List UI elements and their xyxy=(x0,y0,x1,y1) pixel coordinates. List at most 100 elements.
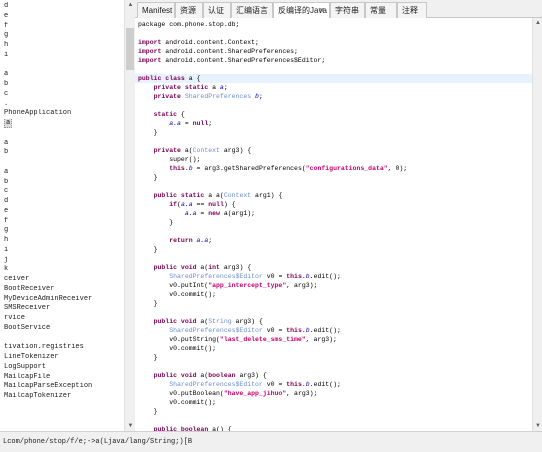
code-line[interactable]: } xyxy=(138,173,158,182)
tree-item[interactable]: BootService xyxy=(0,324,123,334)
code-line[interactable]: v0.putBoolean("have_app_jihuo", arg3); xyxy=(138,389,317,398)
code-line[interactable]: this.b = arg3.getSharedPreferences("conf… xyxy=(138,164,407,173)
tree-item[interactable]: d xyxy=(0,2,123,12)
tree-item[interactable]: a xyxy=(0,70,123,80)
code-line[interactable]: private a(Context arg3) { xyxy=(138,146,252,155)
code-line[interactable]: if(a.a == null) { xyxy=(138,200,235,209)
tab-7[interactable]: 注释 xyxy=(397,2,427,18)
tree-item[interactable]: a xyxy=(0,168,123,178)
code-line[interactable]: SharedPreferences$Editor v0 = this.b.edi… xyxy=(138,380,341,389)
code-line[interactable]: a.a = new a(arg1); xyxy=(138,209,255,218)
code-token: public void xyxy=(153,318,197,325)
tree-item[interactable]: h xyxy=(0,236,123,246)
code-line[interactable]: } xyxy=(138,128,158,137)
code-line[interactable]: v0.commit(); xyxy=(138,398,216,407)
code-line[interactable]: } xyxy=(138,245,158,254)
code-line[interactable]: SharedPreferences$Editor v0 = this.b.edi… xyxy=(138,326,341,335)
tree-item[interactable]: a xyxy=(0,139,123,149)
tree-item-label: f xyxy=(4,216,9,225)
tree-item[interactable]: rvice xyxy=(0,314,123,324)
code-line[interactable]: public void a(String arg3) { xyxy=(138,317,263,326)
tree-item[interactable]: f xyxy=(0,22,123,32)
code-line[interactable]: } xyxy=(138,299,158,308)
code-line[interactable]: package com.phone.stop.db; xyxy=(138,20,239,29)
code-line[interactable]: public void a(int arg3) { xyxy=(138,263,252,272)
code-line[interactable]: public void a(boolean arg3) { xyxy=(138,371,267,380)
code-line[interactable]: public static a a(Context arg1) { xyxy=(138,191,283,200)
tree-item[interactable]: MailcapParseException xyxy=(0,382,123,392)
code-line[interactable]: v0.putInt("app_intercept_type", arg3); xyxy=(138,281,317,290)
editor-scrollbar[interactable]: ▲ ▼ xyxy=(532,18,542,431)
scroll-up-icon[interactable]: ▲ xyxy=(125,0,135,10)
tree-item[interactable]: MyDeviceAdminReceiver xyxy=(0,295,123,305)
tree-item[interactable]: g xyxy=(0,226,123,236)
tree-item[interactable]: e xyxy=(0,12,123,22)
tree-item[interactable]: SMSReceiver xyxy=(0,304,123,314)
tree-item[interactable]: b xyxy=(0,80,123,90)
code-line[interactable]: a.a = null; xyxy=(138,119,212,128)
tree-item[interactable]: j xyxy=(0,256,123,266)
tree-item[interactable]: . xyxy=(0,100,123,110)
tree-item[interactable]: ceiver xyxy=(0,275,123,285)
code-line[interactable]: SharedPreferences$Editor v0 = this.b.edi… xyxy=(138,272,341,281)
tree-item[interactable]: a xyxy=(0,119,123,129)
tab-4[interactable]: 反编译的Java ✕ xyxy=(273,2,330,19)
code-line[interactable]: return a.a; xyxy=(138,236,212,245)
code-line[interactable]: import android.content.Context; xyxy=(138,38,259,47)
scroll-down-icon[interactable]: ▼ xyxy=(533,421,542,431)
code-token: android.content.SharedPreferences; xyxy=(161,48,298,55)
tree-item-label: e xyxy=(4,11,9,20)
tab-2[interactable]: 认证 xyxy=(203,2,231,18)
code-line[interactable]: public class a { xyxy=(135,74,532,83)
tree-item[interactable] xyxy=(0,129,123,139)
tree-item[interactable]: b xyxy=(0,178,123,188)
tab-1[interactable]: 资源 xyxy=(175,2,203,18)
code-line[interactable]: v0.commit(); xyxy=(138,344,216,353)
tree-item[interactable]: e xyxy=(0,207,123,217)
code-line[interactable]: import android.content.SharedPreferences… xyxy=(138,47,298,56)
tree-item[interactable]: LogSupport xyxy=(0,363,123,373)
decompiled-java-code-view[interactable]: package com.phone.stop.db; import android… xyxy=(135,18,532,431)
code-line[interactable]: } xyxy=(138,353,158,362)
close-icon[interactable]: ✕ xyxy=(318,3,325,18)
class-tree-list[interactable]: d e f g h i a b c. PhoneApplication a a b a b c d e f g h i j k… xyxy=(0,2,123,402)
tree-item[interactable]: i xyxy=(0,246,123,256)
tree-item[interactable]: LineTokenizer xyxy=(0,353,123,363)
tree-item[interactable]: tivation.registries xyxy=(0,343,123,353)
code-line[interactable]: } xyxy=(138,407,158,416)
tree-item[interactable]: MailcapFile xyxy=(0,373,123,383)
tree-item[interactable]: f xyxy=(0,217,123,227)
tree-item[interactable]: b xyxy=(0,148,123,158)
code-line[interactable]: static { xyxy=(138,110,185,119)
tree-item[interactable]: g xyxy=(0,31,123,41)
tab-0[interactable]: Manifest xyxy=(137,2,175,18)
code-line[interactable]: private static a a; xyxy=(138,83,228,92)
code-line[interactable]: super(); xyxy=(138,155,200,164)
tab-3[interactable]: 汇编语言 xyxy=(231,2,273,18)
tree-item[interactable]: c xyxy=(0,187,123,197)
tab-6[interactable]: 常量 xyxy=(365,2,397,18)
tree-scrollbar[interactable]: ▲ ▼ xyxy=(124,0,135,431)
tree-item[interactable]: i xyxy=(0,51,123,61)
code-line[interactable]: } xyxy=(138,218,173,227)
tree-item[interactable]: h xyxy=(0,41,123,51)
code-token: v0 = xyxy=(262,381,287,388)
tree-item[interactable] xyxy=(0,158,123,168)
code-line[interactable]: v0.commit(); xyxy=(138,290,216,299)
scroll-down-icon[interactable]: ▼ xyxy=(125,421,135,431)
tree-item[interactable]: k xyxy=(0,265,123,275)
code-line[interactable]: v0.putString("last_delete_sms_time", arg… xyxy=(138,335,337,344)
tree-item[interactable]: BootReceiver xyxy=(0,285,123,295)
tree-item[interactable] xyxy=(0,334,123,344)
tree-item[interactable]: MailcapTokenizer xyxy=(0,392,123,402)
tree-item[interactable]: d xyxy=(0,197,123,207)
code-line[interactable]: private SharedPreferences b; xyxy=(138,92,263,101)
tree-scroll-thumb[interactable] xyxy=(126,28,134,70)
code-line[interactable]: import android.content.SharedPreferences… xyxy=(138,56,325,65)
tree-item[interactable]: PhoneApplication xyxy=(0,109,123,119)
class-tree-panel[interactable]: d e f g h i a b c. PhoneApplication a a b a b c d e f g h i j k… xyxy=(0,0,135,431)
tree-item[interactable]: c xyxy=(0,90,123,100)
scroll-up-icon[interactable]: ▲ xyxy=(533,18,542,28)
tab-5[interactable]: 字符串 xyxy=(330,2,365,18)
tree-item[interactable] xyxy=(0,61,123,71)
